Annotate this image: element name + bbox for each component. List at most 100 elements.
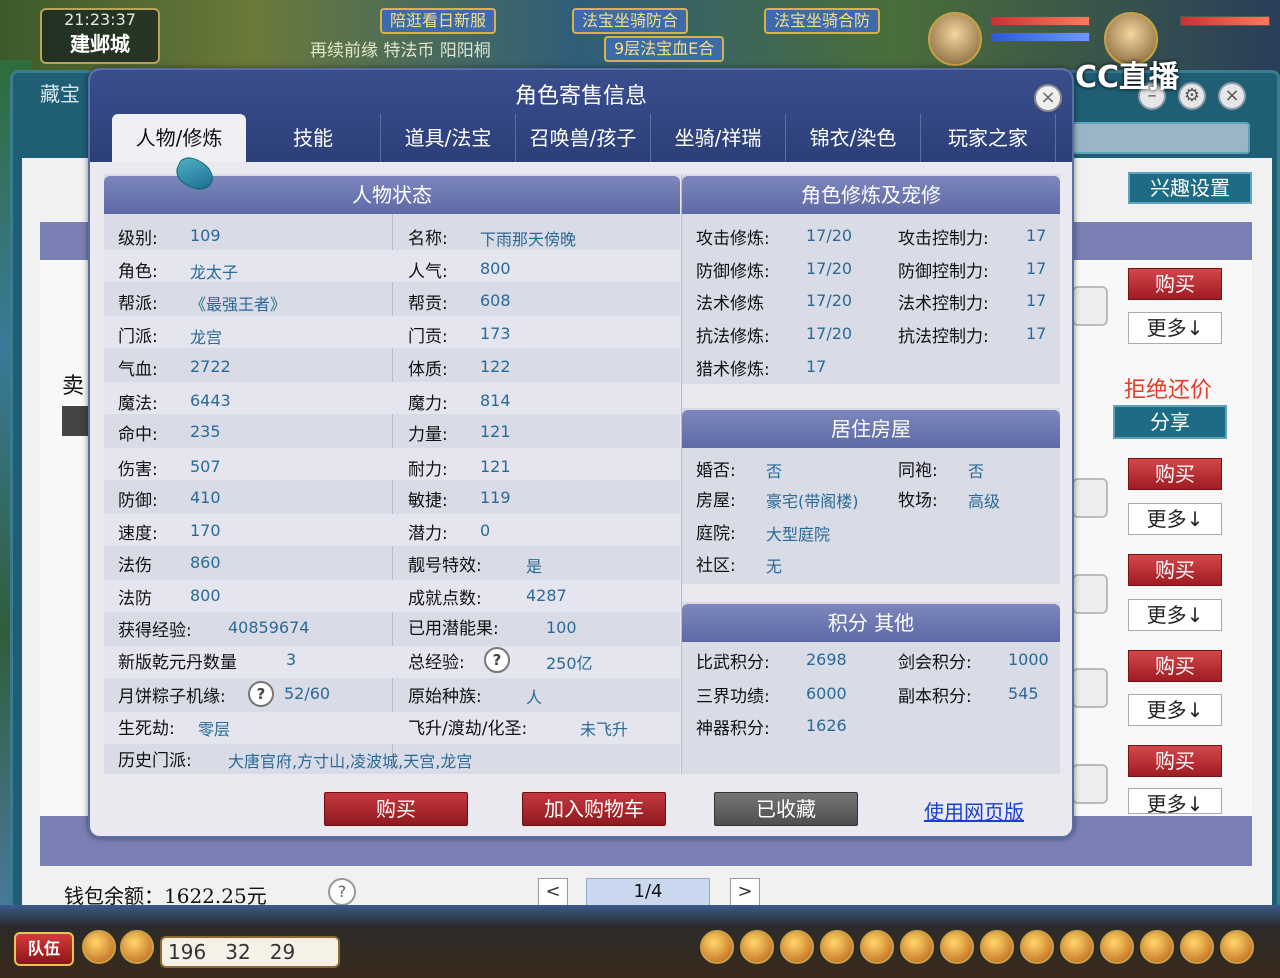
- chat-icon[interactable]: [120, 930, 154, 964]
- tab-outfits[interactable]: 锦衣/染色: [786, 114, 921, 162]
- banner-3[interactable]: 法宝坐骑合防: [764, 8, 881, 34]
- dialog-title: 角色寄售信息: [514, 84, 647, 109]
- total-exp-help-icon[interactable]: ?: [484, 647, 510, 673]
- magic-power-label: 魔力:: [408, 394, 448, 414]
- add-to-cart-button[interactable]: 加入购物车: [522, 792, 666, 826]
- stream-logo: CC直播: [1075, 60, 1180, 95]
- race-value: 人: [526, 688, 543, 707]
- tab-skills[interactable]: 技能: [246, 114, 381, 162]
- tray-icon-8[interactable]: [980, 930, 1014, 964]
- hp-value: 2722: [190, 357, 231, 376]
- tray-icon-10[interactable]: [1060, 930, 1094, 964]
- cultivation-header: 角色修炼及宠修: [682, 176, 1060, 214]
- tab-home[interactable]: 玩家之家: [921, 114, 1056, 162]
- close-icon[interactable]: ×: [1218, 82, 1246, 110]
- dialog-tabs: 人物/修炼 技能 道具/法宝 召唤兽/孩子 坐骑/祥瑞 锦衣/染色 玩家之家: [112, 114, 1056, 162]
- score-label: 副本积分:: [898, 687, 972, 707]
- web-version-link[interactable]: 使用网页版: [924, 796, 1024, 825]
- microphone-icon[interactable]: [82, 930, 116, 964]
- banner-2[interactable]: 法宝坐骑防合: [572, 8, 689, 34]
- tab-character[interactable]: 人物/修炼: [112, 114, 246, 162]
- potential-label: 潜力:: [408, 524, 448, 544]
- panda-icon[interactable]: [928, 12, 982, 66]
- tray-icon-7[interactable]: [940, 930, 974, 964]
- score-value: 1000: [1008, 650, 1049, 669]
- agility-label: 敏捷:: [408, 491, 448, 511]
- house-label: 庭院:: [696, 524, 736, 544]
- tray-icon-14[interactable]: [1220, 930, 1254, 964]
- next-page-button[interactable]: >: [730, 878, 760, 906]
- tray-icon-6[interactable]: [900, 930, 934, 964]
- more-button-2[interactable]: 更多↓: [1128, 503, 1222, 535]
- settings-icon[interactable]: ⚙: [1178, 82, 1206, 110]
- sect-label: 门派:: [118, 327, 158, 347]
- house-label: 同袍:: [898, 461, 938, 481]
- interest-settings-button[interactable]: 兴趣设置: [1128, 172, 1252, 204]
- share-button[interactable]: 分享: [1113, 405, 1227, 439]
- tab-items[interactable]: 道具/法宝: [381, 114, 516, 162]
- tray-icon-12[interactable]: [1140, 930, 1174, 964]
- cult-value: 17: [1026, 324, 1047, 343]
- search-input[interactable]: [1070, 122, 1250, 154]
- tray-icon-13[interactable]: [1180, 930, 1214, 964]
- more-button-3[interactable]: 更多↓: [1128, 599, 1222, 631]
- buy-button-4[interactable]: 购买: [1128, 650, 1222, 682]
- tab-mounts[interactable]: 坐骑/祥瑞: [651, 114, 786, 162]
- cart-icon[interactable]: [1072, 764, 1108, 804]
- tray-icon-9[interactable]: [1020, 930, 1054, 964]
- more-button-5[interactable]: 更多↓: [1128, 788, 1222, 816]
- sect-contrib-label: 门贡:: [408, 327, 448, 347]
- cult-label: 攻击控制力:: [898, 229, 989, 249]
- house-label: 房屋:: [696, 491, 736, 511]
- tray-icon-4[interactable]: [820, 930, 854, 964]
- hit-value: 235: [190, 422, 221, 441]
- total-exp-label: 总经验:: [408, 653, 465, 673]
- more-button-4[interactable]: 更多↓: [1128, 694, 1222, 726]
- banner-4[interactable]: 9层法宝血E合: [604, 36, 725, 62]
- banner-1[interactable]: 陪逛看日新服: [380, 8, 497, 34]
- team-button[interactable]: 队伍: [14, 932, 74, 966]
- game-clock: 21:23:37 建邺城: [40, 8, 160, 64]
- refuse-bargain-label: 拒绝还价: [1124, 378, 1213, 403]
- tray-icon-11[interactable]: [1100, 930, 1134, 964]
- exp-value: 40859674: [228, 618, 310, 637]
- game-time: 21:23:37: [64, 10, 136, 29]
- buy-button-3[interactable]: 购买: [1128, 554, 1222, 586]
- score-label: 比武积分:: [696, 653, 770, 673]
- name-label: 名称:: [408, 229, 448, 249]
- prev-page-button[interactable]: <: [538, 878, 568, 906]
- agility-value: 119: [480, 488, 511, 507]
- magic-damage-label: 法伤: [118, 556, 152, 576]
- tray-icon-2[interactable]: [740, 930, 774, 964]
- help-icon[interactable]: ?: [328, 878, 356, 906]
- favorited-button[interactable]: 已收藏: [714, 792, 858, 826]
- map-coordinates: 196 32 29: [160, 936, 340, 968]
- race-label: 原始种族:: [408, 687, 482, 707]
- mooncake-help-icon[interactable]: ?: [248, 681, 274, 707]
- tab-pets[interactable]: 召唤兽/孩子: [516, 114, 651, 162]
- score-value: 545: [1008, 684, 1039, 703]
- cart-icon[interactable]: [1072, 286, 1108, 326]
- tray-icon-1[interactable]: [700, 930, 734, 964]
- score-value: 1626: [806, 716, 847, 735]
- cult-value: 17: [1026, 226, 1047, 245]
- popularity-value: 800: [480, 259, 511, 278]
- dialog-buy-button[interactable]: 购买: [324, 792, 468, 826]
- cart-icon[interactable]: [1072, 668, 1108, 708]
- cult-label: 法术修炼: [696, 294, 764, 314]
- hp-label: 气血:: [118, 360, 158, 380]
- dialog-close-icon[interactable]: ×: [1034, 84, 1062, 112]
- buy-button-5[interactable]: 购买: [1128, 745, 1222, 777]
- more-button-1[interactable]: 更多↓: [1128, 312, 1222, 344]
- cart-icon[interactable]: [1072, 478, 1108, 518]
- constitution-label: 体质:: [408, 360, 448, 380]
- buy-button-1[interactable]: 购买: [1128, 268, 1222, 300]
- tray-icon-5[interactable]: [860, 930, 894, 964]
- special-id-value: 是: [526, 557, 543, 576]
- guild-contrib-value: 608: [480, 291, 511, 310]
- cart-icon[interactable]: [1072, 574, 1108, 614]
- buy-button-2[interactable]: 购买: [1128, 458, 1222, 490]
- tray-icon-3[interactable]: [780, 930, 814, 964]
- special-id-label: 靓号特效:: [408, 556, 482, 576]
- house-value: 高级: [968, 492, 1001, 511]
